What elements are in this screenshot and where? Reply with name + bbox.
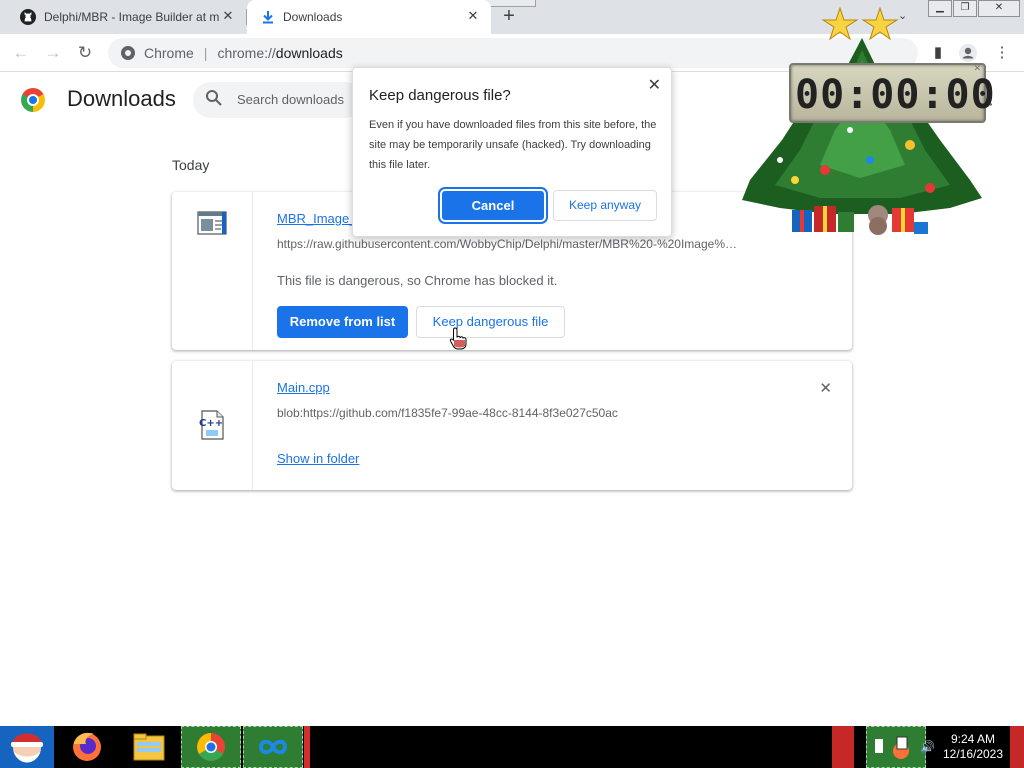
github-icon: [20, 9, 36, 25]
taskbar-divider: [304, 726, 310, 768]
tab-title: Delphi/MBR - Image Builder at m: [44, 10, 220, 24]
download-danger-status: This file is dangerous, so Chrome has bl…: [277, 273, 558, 288]
santa-start-icon: [11, 733, 43, 763]
christmas-tree-widget[interactable]: ✕ 00:00:00: [720, 0, 1004, 245]
download-icon: [263, 11, 273, 24]
tray-icons: [875, 736, 909, 759]
tab-delphi-mbr[interactable]: Delphi/MBR - Image Builder at m ✕: [8, 0, 246, 34]
show-desktop-button[interactable]: [1010, 726, 1024, 768]
keep-dangerous-file-dialog: Keep dangerous file? ✕ Even if you have …: [352, 67, 672, 237]
search-placeholder: Search downloads: [237, 92, 344, 107]
taskbar-firefox[interactable]: [66, 726, 108, 768]
start-button[interactable]: [0, 726, 54, 768]
system-clock[interactable]: 9:24 AM 12/16/2023: [940, 732, 1006, 762]
tab-title: Downloads: [283, 10, 343, 24]
search-downloads-input[interactable]: Search downloads: [193, 82, 363, 118]
remove-item-close-icon[interactable]: ✕: [819, 379, 832, 397]
countdown-clock: ✕ 00:00:00: [789, 63, 996, 123]
cpp-file-icon: C++: [199, 410, 224, 440]
new-tab-button[interactable]: +: [498, 6, 520, 28]
tab-close-icon[interactable]: ✕: [220, 8, 236, 24]
tray-notification-icons[interactable]: [866, 726, 926, 768]
keep-anyway-button[interactable]: Keep anyway: [553, 190, 657, 221]
chrome-site-icon: [121, 46, 135, 60]
cancel-button[interactable]: Cancel: [438, 187, 548, 224]
folder-icon: [133, 733, 165, 761]
dialog-close-icon[interactable]: ✕: [648, 75, 661, 95]
tab-downloads[interactable]: Downloads ✕: [247, 0, 491, 34]
tray-flag-icon[interactable]: [832, 726, 854, 768]
show-in-folder-link[interactable]: Show in folder: [277, 451, 359, 466]
forward-arrow-icon[interactable]: →: [42, 42, 64, 64]
taskbar-delphi-ide[interactable]: [243, 726, 303, 768]
hand-cursor-icon: [449, 327, 467, 350]
taskbar-chrome[interactable]: [181, 726, 241, 768]
download-item-main-cpp: C++ Main.cpp ✕ blob:https://github.com/f…: [172, 361, 852, 490]
dialog-title: Keep dangerous file?: [369, 87, 511, 104]
download-icon-column: C++: [172, 361, 253, 490]
site-label: Chrome: [144, 45, 194, 61]
date-section-label: Today: [172, 157, 210, 173]
chrome-icon: [197, 733, 225, 761]
tab-close-icon[interactable]: ✕: [465, 8, 481, 24]
omnibox-separator: |: [203, 45, 208, 61]
url-prefix: chrome://: [217, 45, 276, 61]
delphi-infinity-icon: [258, 739, 288, 755]
dialog-message: Even if you have downloaded files from t…: [369, 119, 657, 171]
back-arrow-icon[interactable]: ←: [10, 42, 32, 64]
countdown-clock-value: 00:00:00: [795, 72, 996, 118]
firefox-icon: [73, 732, 101, 761]
url-text: chrome://downloads: [217, 45, 342, 61]
volume-icon[interactable]: 🔊: [920, 726, 936, 768]
reload-icon[interactable]: ↻: [74, 42, 96, 64]
download-file-name[interactable]: MBR_Image_: [277, 211, 356, 226]
chrome-logo-icon: [21, 88, 45, 112]
download-icon-column: [172, 192, 253, 350]
download-file-name[interactable]: Main.cpp: [277, 380, 330, 395]
page-title: Downloads: [67, 86, 176, 111]
download-url: blob:https://github.com/f1835fe7-99ae-48…: [277, 406, 618, 420]
taskbar-file-explorer[interactable]: [128, 726, 170, 768]
keep-dangerous-file-button[interactable]: Keep dangerous file: [416, 306, 565, 338]
taskbar: 🔊 9:24 AM 12/16/2023: [0, 726, 1024, 768]
file-icon: [197, 211, 227, 235]
clock-time: 9:24 AM: [950, 732, 996, 746]
download-url: https://raw.githubusercontent.com/WobbyC…: [277, 237, 737, 251]
remove-from-list-button[interactable]: Remove from list: [277, 306, 408, 338]
clock-date: 12/16/2023: [942, 747, 1004, 761]
cpp-icon-label: C++: [199, 418, 223, 429]
search-icon: [206, 90, 222, 106]
url-host: downloads: [275, 45, 343, 61]
